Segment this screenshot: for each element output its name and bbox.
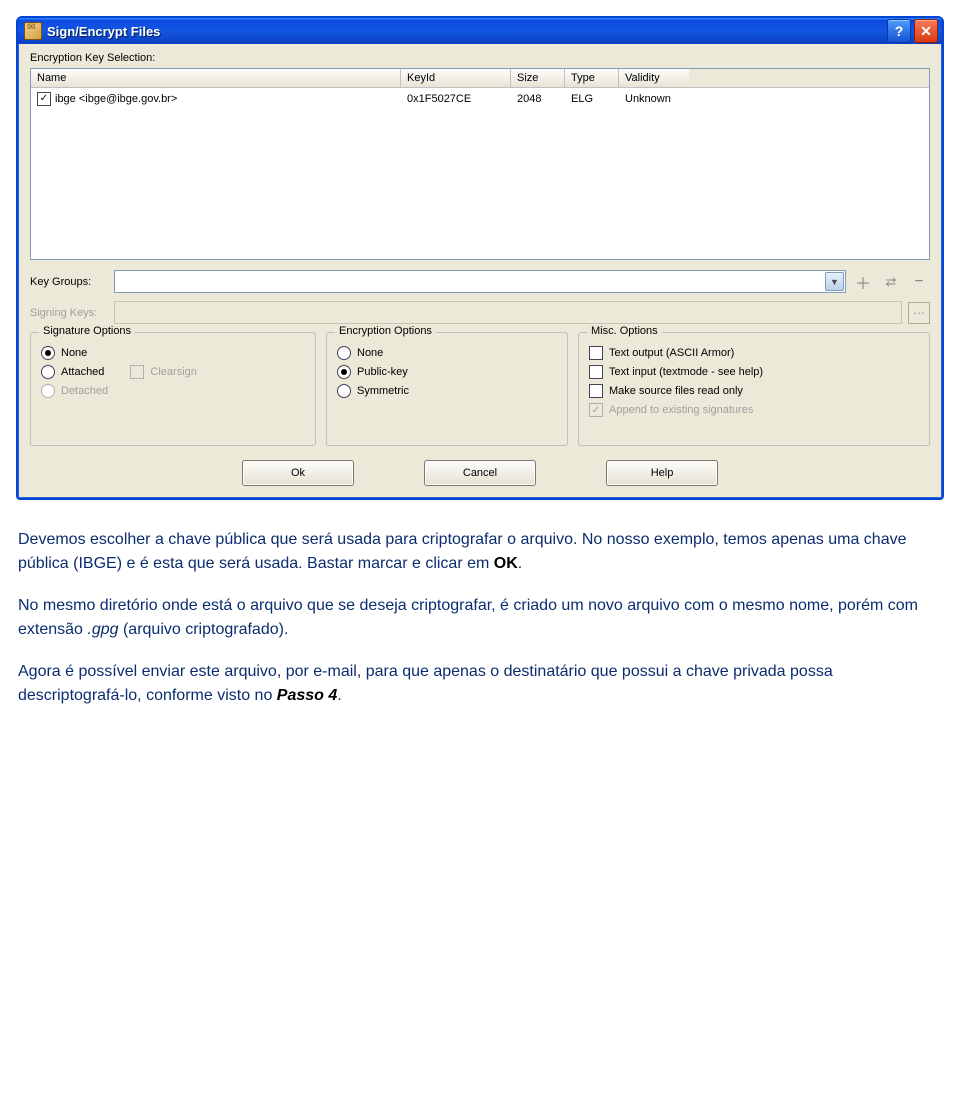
cancel-button[interactable]: Cancel	[424, 460, 536, 486]
help-button[interactable]: ?	[887, 19, 911, 43]
label-sig-none: None	[61, 347, 87, 359]
para3c: .	[337, 687, 341, 704]
help-dialog-button[interactable]: Help	[606, 460, 718, 486]
label-sig-attached: Attached	[61, 366, 104, 378]
checkbox-text-input[interactable]	[589, 365, 603, 379]
listview-header[interactable]: Name KeyId Size Type Validity	[31, 69, 929, 88]
para1c: .	[518, 555, 522, 572]
row-type: ELG	[565, 91, 619, 107]
signingkeys-browse: ⋯	[908, 302, 930, 324]
remove-group-icon[interactable]: −	[908, 271, 930, 293]
misc-group-title: Misc. Options	[587, 325, 662, 337]
label-clearsign: Clearsign	[150, 366, 196, 378]
row-checkbox[interactable]: ✓	[37, 92, 51, 106]
encryption-group-title: Encryption Options	[335, 325, 436, 337]
col-name[interactable]: Name	[31, 69, 401, 87]
radio-enc-symmetric[interactable]	[337, 384, 351, 398]
window-title: Sign/Encrypt Files	[47, 24, 887, 39]
col-type[interactable]: Type	[565, 69, 619, 87]
label-append-sig: Append to existing signatures	[609, 404, 753, 416]
para2c: (arquivo criptografado).	[119, 621, 289, 638]
close-button[interactable]: ✕	[914, 19, 938, 43]
app-icon	[24, 22, 42, 40]
keygroups-label: Key Groups:	[30, 276, 108, 288]
para3-step: Passo 4	[277, 687, 337, 704]
key-listview[interactable]: Name KeyId Size Type Validity ✓ ibge <ib…	[30, 68, 930, 260]
para1-ok: OK	[494, 555, 518, 572]
add-group-icon[interactable]: ＋	[852, 271, 874, 293]
radio-sig-attached[interactable]	[41, 365, 55, 379]
ok-button[interactable]: Ok	[242, 460, 354, 486]
selection-label: Encryption Key Selection:	[30, 52, 930, 64]
label-enc-none: None	[357, 347, 383, 359]
label-text-input: Text input (textmode - see help)	[609, 366, 763, 378]
label-readonly: Make source files read only	[609, 385, 743, 397]
instruction-text: Devemos escolher a chave pública que ser…	[18, 528, 942, 708]
row-keyid: 0x1F5027CE	[401, 91, 511, 107]
signature-options-group: Signature Options None Attached Clearsig…	[30, 332, 316, 446]
signature-group-title: Signature Options	[39, 325, 135, 337]
checkbox-readonly[interactable]	[589, 384, 603, 398]
label-enc-publickey: Public-key	[357, 366, 408, 378]
row-validity: Unknown	[619, 91, 689, 107]
checkbox-append-sig: ✓	[589, 403, 603, 417]
client-area: Encryption Key Selection: Name KeyId Siz…	[18, 44, 942, 498]
titlebar[interactable]: Sign/Encrypt Files ? ✕	[18, 18, 942, 44]
manage-group-icon[interactable]: ⇄	[880, 271, 902, 293]
radio-enc-none[interactable]	[337, 346, 351, 360]
col-validity[interactable]: Validity	[619, 69, 689, 87]
checkbox-clearsign	[130, 365, 144, 379]
para3a: Agora é possível enviar este arquivo, po…	[18, 663, 833, 704]
radio-sig-none[interactable]	[41, 346, 55, 360]
row-name: ibge <ibge@ibge.gov.br>	[55, 93, 177, 105]
col-keyid[interactable]: KeyId	[401, 69, 511, 87]
signingkeys-field	[114, 301, 902, 324]
keygroups-dropdown[interactable]: ▼	[114, 270, 846, 293]
para2-ext: .gpg	[87, 621, 118, 638]
signingkeys-label: Signing Keys:	[30, 307, 108, 319]
row-size: 2048	[511, 91, 565, 107]
para1a: Devemos escolher a chave pública que ser…	[18, 531, 907, 572]
key-row[interactable]: ✓ ibge <ibge@ibge.gov.br> 0x1F5027CE 204…	[31, 88, 929, 110]
col-size[interactable]: Size	[511, 69, 565, 87]
radio-enc-publickey[interactable]	[337, 365, 351, 379]
encryption-options-group: Encryption Options None Public-key Symme…	[326, 332, 568, 446]
label-ascii-armor: Text output (ASCII Armor)	[609, 347, 734, 359]
label-enc-symmetric: Symmetric	[357, 385, 409, 397]
dropdown-arrow-icon[interactable]: ▼	[825, 272, 844, 291]
checkbox-ascii-armor[interactable]	[589, 346, 603, 360]
radio-sig-detached	[41, 384, 55, 398]
misc-options-group: Misc. Options Text output (ASCII Armor) …	[578, 332, 930, 446]
dialog-window: Sign/Encrypt Files ? ✕ Encryption Key Se…	[16, 16, 944, 500]
label-sig-detached: Detached	[61, 385, 108, 397]
